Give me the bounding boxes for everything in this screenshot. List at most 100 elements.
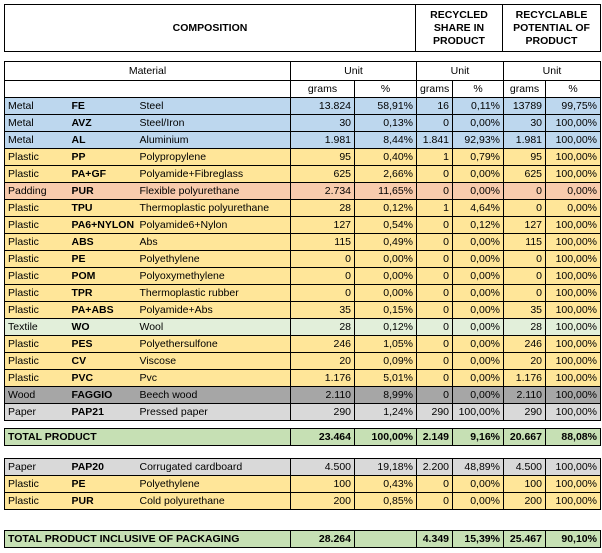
recyclable-pct-value: 100,00%	[545, 131, 602, 149]
material-category: Padding	[4, 182, 69, 200]
recycled-grams-value: 1	[416, 199, 454, 217]
material-category: Plastic	[4, 233, 69, 251]
material-code: POM	[68, 267, 137, 285]
table-row: Metal AVZ Steel/Iron 30 0,13% 0 0,00% 30 100,00%	[4, 114, 602, 132]
recycled-grams-value: 0	[416, 182, 454, 200]
recycled-grams-value: 0	[416, 492, 453, 510]
table-row: Plastic PA+ABS Polyamide+Abs 35 0,15% 0 0,00% 3…	[4, 301, 602, 319]
pct-value: 0,00%	[354, 250, 418, 268]
material-category: Plastic	[4, 165, 69, 183]
pct-value: 8,99%	[354, 386, 418, 404]
recycled-grams-value: 1.841	[416, 131, 454, 149]
material-code: PUR	[68, 182, 137, 200]
grams-value: 246	[290, 335, 356, 353]
recyclable-potential-line-1: RECYCLABLE	[515, 8, 588, 21]
recycled-grams-value: 0	[416, 475, 453, 493]
recyclable-pct-value: 0,00%	[545, 199, 602, 217]
recyclable-grams-value: 0	[503, 284, 547, 302]
table-row: Plastic PA6+NYLON Polyamide6+Nylon 127 0,54%…	[4, 216, 602, 234]
material-code: PUR	[68, 492, 137, 510]
recyclable-grams-value: 95	[503, 148, 547, 166]
total-packaging-recyclable-pct: 90,10%	[545, 530, 601, 548]
table-row: Plastic PES Polyethersulfone 246 1,05% 0 0,00%…	[4, 335, 602, 353]
packaging-table: Paper PAP20 Corrugated cardboard 4.500 19,18…	[4, 458, 601, 510]
recyclable-grams-value: 0	[503, 250, 547, 268]
recyclable-grams-value: 0	[503, 267, 547, 285]
recyclable-grams-value: 200	[503, 492, 546, 510]
recyclable-pct-value: 100,00%	[545, 233, 602, 251]
material-subheader-blank	[3, 80, 292, 98]
material-name: Polyamide6+Nylon	[136, 216, 292, 234]
recyclable-pct-value: 100,00%	[545, 492, 601, 510]
recyclable-pct-value: 100,00%	[545, 335, 602, 353]
grams-value: 28	[290, 199, 356, 217]
recyclable-potential-line-3: PRODUCT	[525, 34, 578, 47]
material-name: Aluminium	[136, 131, 292, 149]
material-name: Flexible polyurethane	[136, 182, 292, 200]
grams-value: 28	[290, 318, 356, 336]
pct-value: 0,00%	[354, 267, 418, 285]
total-product-pct: 100,00%	[354, 428, 417, 446]
material-name: Thermoplastic polyurethane	[136, 199, 292, 217]
table-row: Plastic TPR Thermoplastic rubber 0 0,00% 0 0,0…	[4, 284, 602, 302]
material-name: Polyamide+Fibreglass	[136, 165, 292, 183]
recycled-grams-value: 0	[416, 165, 454, 183]
recycled-grams-value: 290	[416, 403, 454, 421]
material-category: Plastic	[4, 284, 69, 302]
material-category: Metal	[4, 131, 69, 149]
material-name: Wool	[136, 318, 292, 336]
material-category: Plastic	[4, 492, 69, 510]
table-row: Padding PUR Flexible polyurethane 2.734 11,6…	[4, 182, 602, 200]
recycled-pct-value: 92,93%	[452, 131, 505, 149]
recyclable-grams-value: 2.110	[503, 386, 547, 404]
grams-value: 13.824	[290, 97, 356, 115]
material-name: Steel/Iron	[136, 114, 292, 132]
recyclable-pct-value: 100,00%	[545, 301, 602, 319]
material-category: Paper	[4, 458, 69, 476]
packaging-rows: Paper PAP20 Corrugated cardboard 4.500 19,18…	[4, 458, 601, 510]
recyclable-grams-value: 127	[503, 216, 547, 234]
pct-value: 0,00%	[354, 284, 418, 302]
recycled-grams-value: 0	[416, 233, 454, 251]
recyclable-pct-value: 100,00%	[545, 352, 602, 370]
total-product-recycled-pct: 9,16%	[452, 428, 504, 446]
table-row: Metal FE Steel 13.824 58,91% 16 0,11% 13789 99,7…	[4, 97, 602, 115]
recycled-grams-value: 0	[416, 114, 454, 132]
recycled-pct-value: 48,89%	[452, 458, 504, 476]
recyclable-grams-value: 0	[503, 182, 547, 200]
recycled-pct-value: 100,00%	[452, 403, 505, 421]
pct-value: 0,40%	[354, 148, 418, 166]
material-name: Polyethylene	[136, 475, 291, 493]
pct-value: 0,85%	[354, 492, 417, 510]
recyclable-pct-value: 0,00%	[545, 182, 602, 200]
material-name: Polyethylene	[136, 250, 292, 268]
material-name: Pressed paper	[136, 403, 292, 421]
recycled-grams-value: 0	[416, 335, 454, 353]
material-code: PA6+NYLON	[68, 216, 137, 234]
recycled-share-line-1: RECYCLED	[430, 8, 488, 21]
material-code: PES	[68, 335, 137, 353]
recycled-pct-value: 0,00%	[452, 318, 505, 336]
material-code: TPR	[68, 284, 137, 302]
recycled-grams-value: 1	[416, 148, 454, 166]
material-category: Metal	[4, 114, 69, 132]
header-table: COMPOSITION RECYCLED SHARE IN PRODUCT RE…	[4, 4, 601, 52]
pct-value: 19,18%	[354, 458, 417, 476]
recycled-grams-value: 0	[416, 318, 454, 336]
recycled-grams-value: 0	[416, 301, 454, 319]
pct-value: 1,05%	[354, 335, 418, 353]
pct-header: %	[354, 80, 418, 98]
total-packaging-grams: 28.264	[290, 530, 355, 548]
pct-value: 0,13%	[354, 114, 418, 132]
recyclable-pct-value: 100,00%	[545, 386, 602, 404]
material-category: Plastic	[4, 267, 69, 285]
pct-value: 11,65%	[354, 182, 418, 200]
recycled-pct-value: 0,00%	[452, 233, 505, 251]
recycled-share-line-2: SHARE IN	[433, 21, 485, 34]
pct-value: 0,43%	[354, 475, 417, 493]
grams-value: 4.500	[290, 458, 355, 476]
pct-value: 58,91%	[354, 97, 418, 115]
material-code: FE	[68, 97, 137, 115]
material-code: PE	[68, 250, 137, 268]
table-row: Wood FAGGIO Beech wood 2.110 8,99% 0 0,00% 2.11…	[4, 386, 602, 404]
